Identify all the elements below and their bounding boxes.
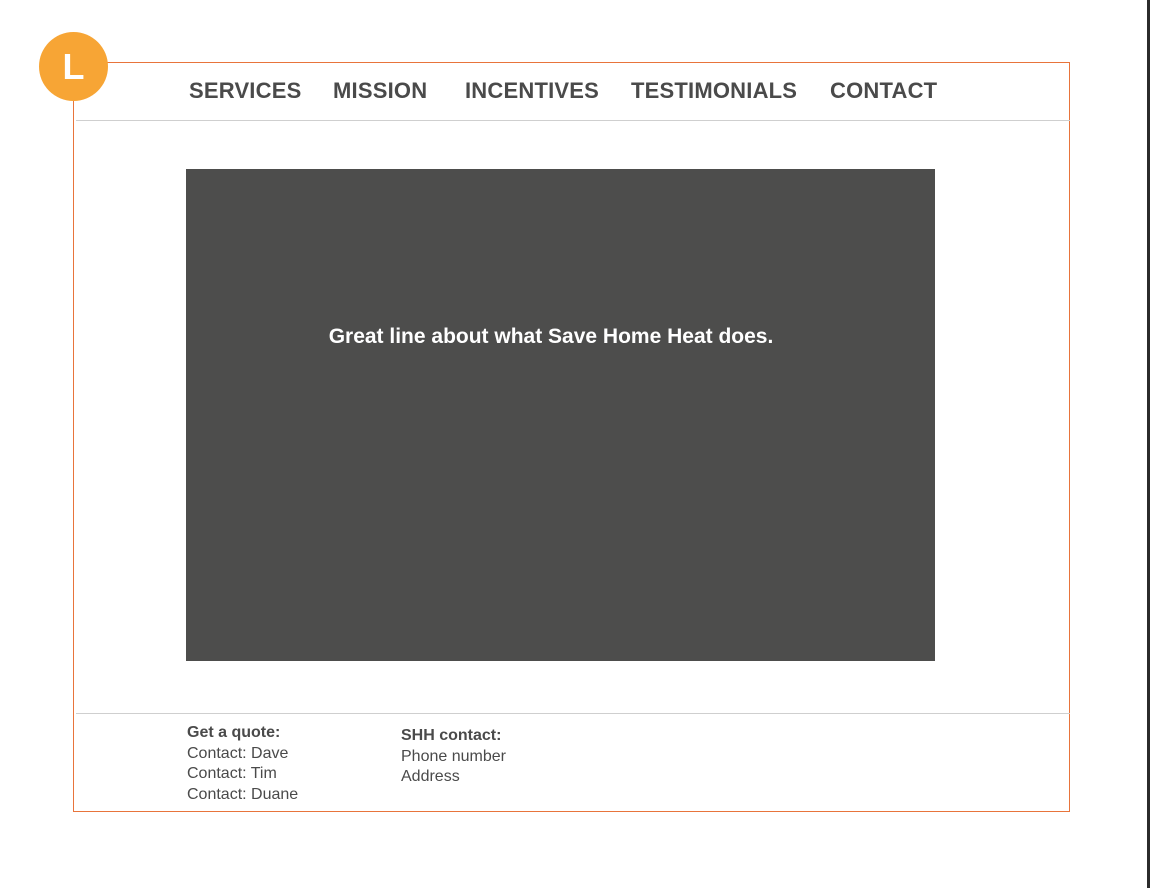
footer-quote-heading: Get a quote:	[187, 724, 281, 741]
page-edge-divider	[1147, 0, 1150, 888]
nav-item-contact[interactable]: CONTACT	[830, 78, 937, 104]
footer-quote-block: Get a quote: Contact: Dave Contact: Tim …	[187, 723, 298, 805]
nav-item-services[interactable]: SERVICES	[189, 78, 301, 104]
nav-item-incentives[interactable]: INCENTIVES	[465, 78, 599, 104]
footer-quote-contact: Contact: Duane	[187, 785, 299, 803]
footer-quote-contact: Contact: Tim	[187, 765, 277, 782]
footer-phone-number: Phone number	[401, 747, 506, 765]
footer-divider	[76, 713, 1070, 714]
hero-banner: Great line about what Save Home Heat doe…	[186, 169, 935, 661]
top-nav: SERVICES MISSION INCENTIVES TESTIMONIALS…	[76, 64, 1070, 121]
nav-item-testimonials[interactable]: TESTIMONIALS	[631, 78, 797, 104]
footer-shh-contact-heading: SHH contact:	[401, 727, 502, 744]
hero-headline: Great line about what Save Home Heat doe…	[328, 325, 774, 348]
nav-item-mission[interactable]: MISSION	[333, 78, 427, 104]
footer-quote-contact: Contact: Dave	[187, 744, 289, 762]
section-badge: L	[39, 32, 108, 101]
footer-shh-contact-block: SHH contact: Phone number Address	[401, 726, 506, 788]
footer-address: Address	[401, 768, 460, 785]
